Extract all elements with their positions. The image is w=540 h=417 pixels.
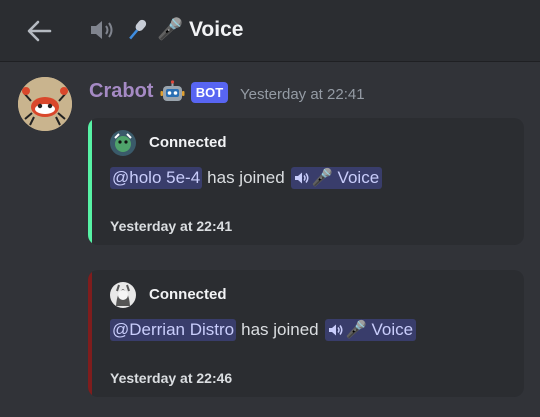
embed-footer-timestamp: Yesterday at 22:41 (110, 218, 233, 234)
channel-mention-label: 🎤 Voice (311, 168, 380, 187)
channel-title: 🎤 Voice (157, 18, 244, 41)
embed-description: @holo 5e-4 has joined 🎤 Voice (110, 167, 383, 189)
embed-author-avatar (110, 130, 136, 156)
embed-card: Connected @Derrian Distro has joined 🎤 V… (88, 270, 524, 397)
embed-card: Connected @holo 5e-4 has joined 🎤 Voice … (88, 118, 524, 245)
channel-mention[interactable]: 🎤 Voice (324, 319, 417, 341)
channel-mention[interactable]: 🎤 Voice (290, 167, 383, 189)
speaker-muted-icon (91, 21, 113, 39)
speaker-icon (328, 324, 343, 336)
avatar[interactable] (18, 77, 72, 131)
user-mention[interactable]: @holo 5e-4 (110, 167, 203, 189)
channel-mention-label: 🎤 Voice (345, 320, 414, 339)
embed-footer-timestamp: Yesterday at 22:46 (110, 370, 233, 386)
embed-accent-bar (88, 118, 92, 245)
embed-author: Connected (149, 134, 227, 151)
user-mention[interactable]: @Derrian Distro (110, 319, 237, 341)
message-timestamp: Yesterday at 22:41 (240, 86, 365, 103)
arrow-left-icon[interactable] (24, 16, 54, 46)
crab-avatar-icon (18, 77, 72, 131)
embed-accent-bar (88, 270, 92, 397)
message-author[interactable]: Crabot (89, 80, 153, 103)
embed-description: @Derrian Distro has joined 🎤 Voice (110, 319, 417, 341)
microphone-icon (129, 19, 147, 40)
speaker-icon (294, 172, 309, 184)
robot-face-icon (160, 80, 185, 101)
embed-author-avatar (110, 282, 136, 308)
embed-author: Connected (149, 286, 227, 303)
joined-text: has joined (241, 320, 319, 339)
channel-header: 🎤 Voice (0, 0, 540, 62)
joined-text: has joined (207, 168, 285, 187)
bot-badge: BOT (191, 82, 228, 103)
